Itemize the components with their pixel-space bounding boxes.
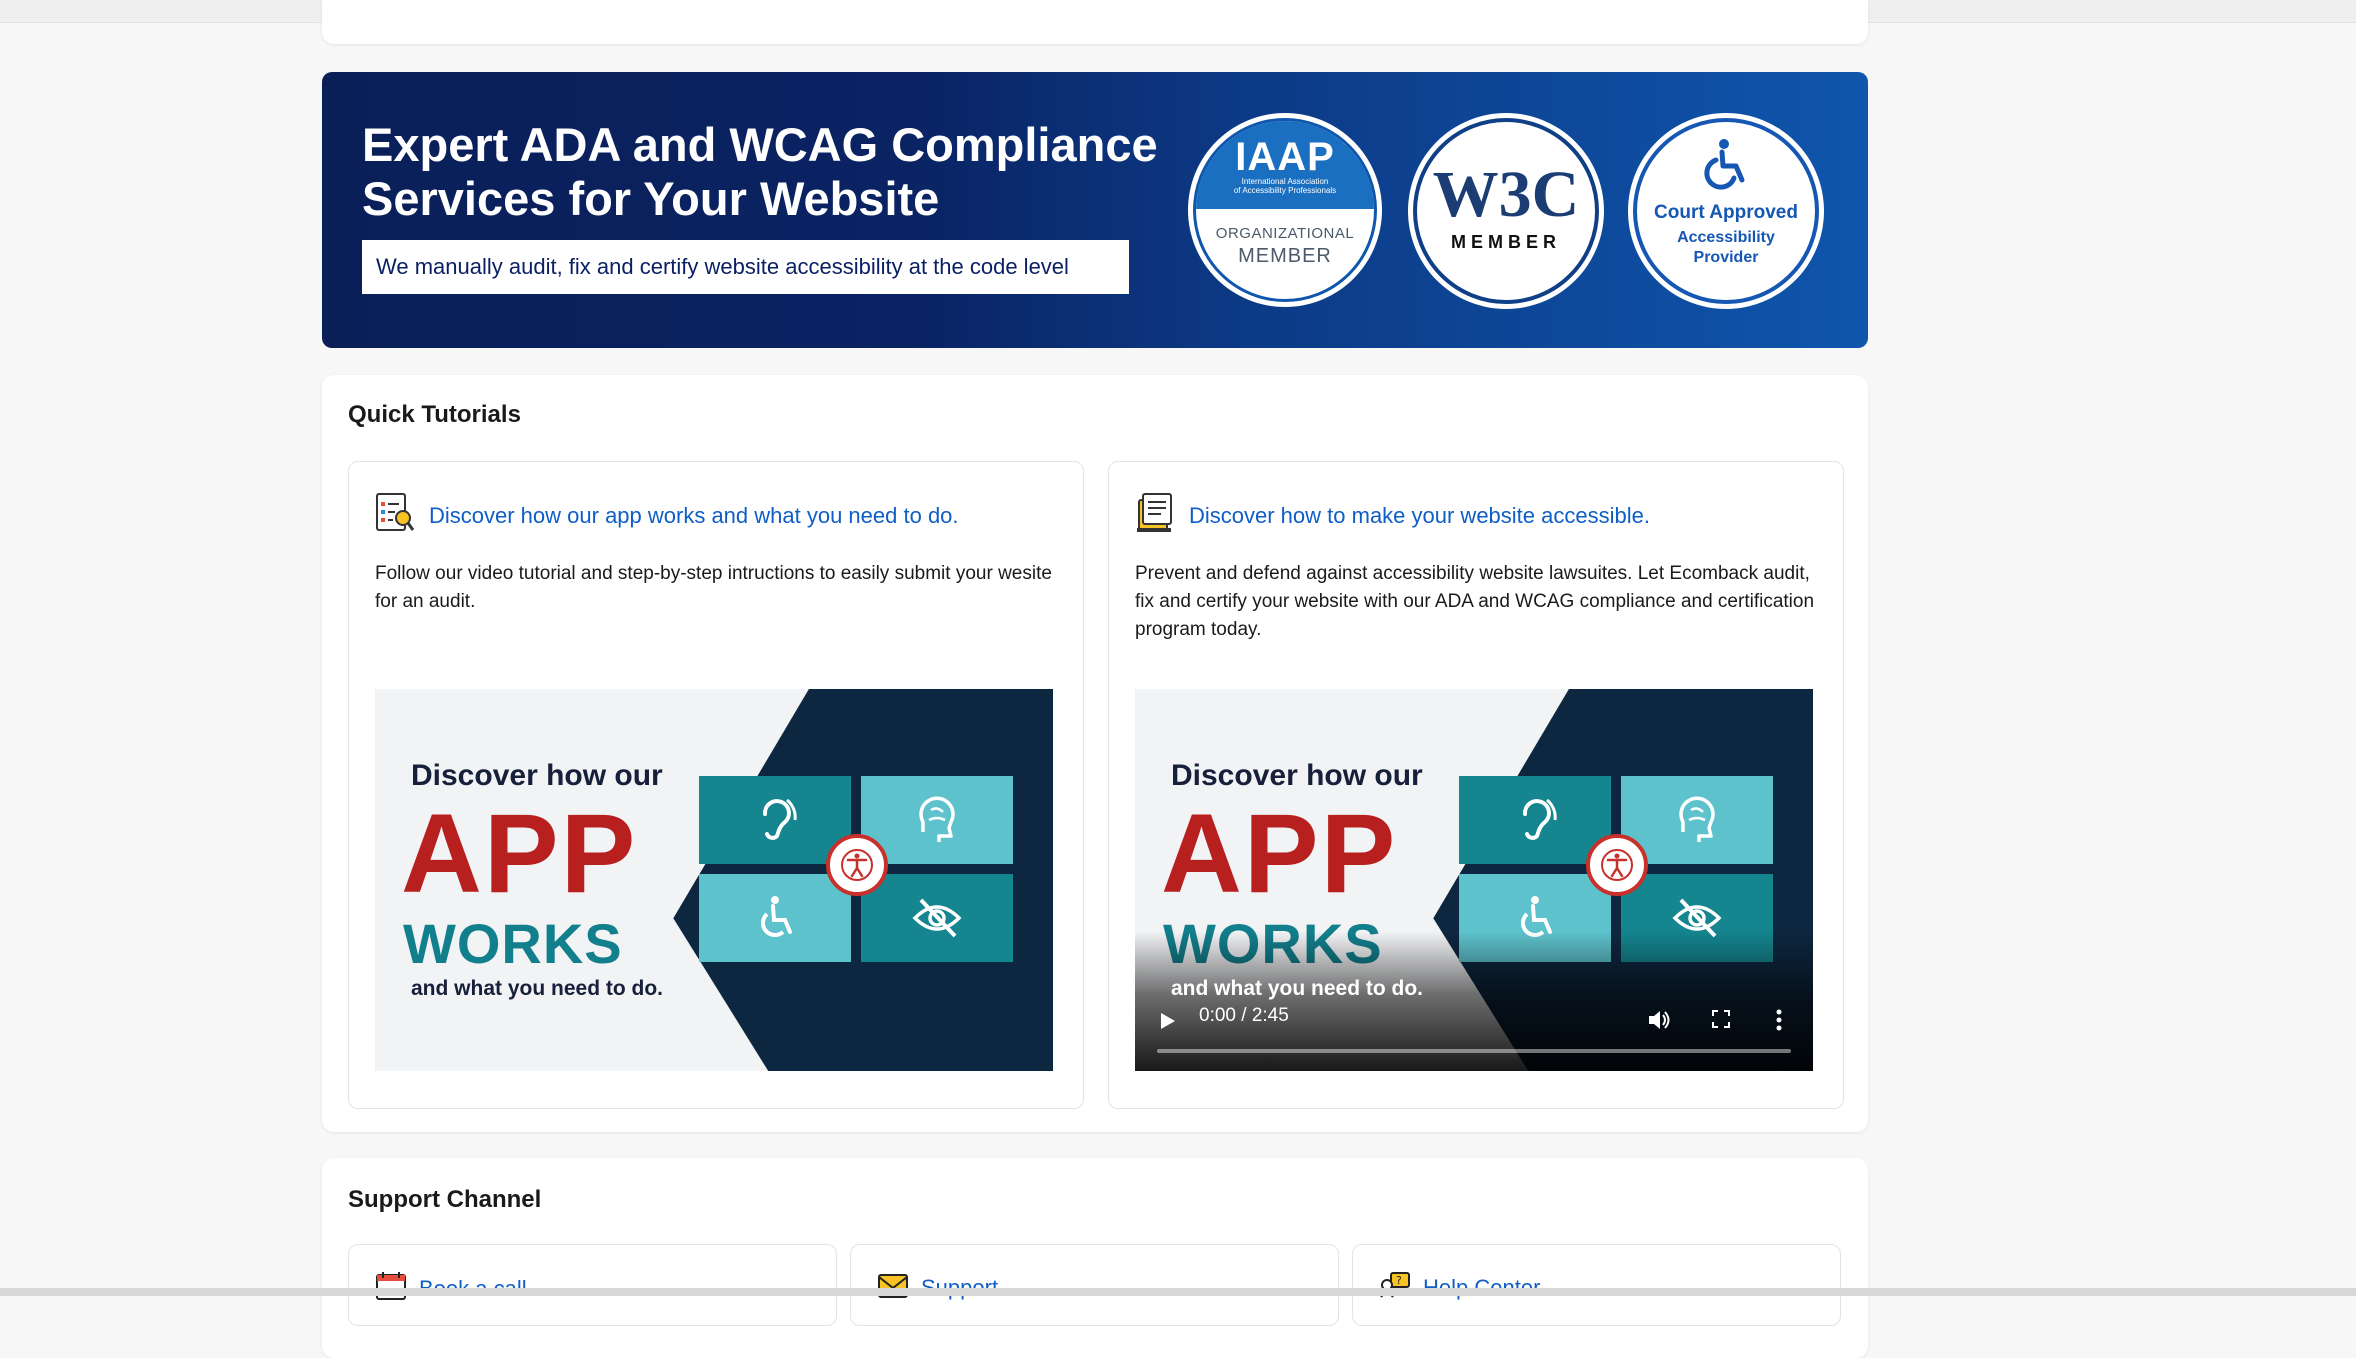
document-stack-icon xyxy=(1135,492,1175,539)
iaap-badge: IAAP International Association of Access… xyxy=(1193,118,1377,302)
court-lines: Accessibility Provider xyxy=(1637,228,1815,268)
tutorial-link-website[interactable]: Discover how to make your website access… xyxy=(1189,503,1650,529)
iaap-fullname-2: of Accessibility Professionals xyxy=(1233,186,1337,195)
w3c-badge: W3C MEMBER xyxy=(1413,118,1599,304)
checklist-search-icon xyxy=(375,492,415,539)
court-line2: Accessibility xyxy=(1677,229,1775,246)
w3c-logo: W3C xyxy=(1432,158,1580,231)
fullscreen-icon[interactable] xyxy=(1711,1009,1731,1034)
svg-text:?: ? xyxy=(1396,1274,1402,1287)
thumb-line2: APP xyxy=(1161,791,1398,916)
previous-card xyxy=(322,0,1868,44)
thumb-line4: and what you need to do. xyxy=(1171,977,1423,1000)
video-controls: and what you need to do. 0:00 / 2:45 xyxy=(1135,931,1813,1071)
banner-subtitle: We manually audit, fix and certify websi… xyxy=(362,240,1129,294)
court-approved-badge: Court Approved Accessibility Provider xyxy=(1633,118,1819,304)
video-time: 0:00 / 2:45 xyxy=(1199,1005,1289,1026)
support-item-support[interactable]: Support xyxy=(850,1244,1339,1326)
more-options-icon[interactable] xyxy=(1775,1009,1783,1036)
wheelchair-tile-icon xyxy=(699,874,851,962)
iaap-logo: IAAP xyxy=(1235,135,1335,179)
tutorial-card-website: Discover how to make your website access… xyxy=(1108,461,1844,1109)
court-line1: Court Approved xyxy=(1654,202,1798,223)
banner-title: Expert ADA and WCAG Compliance Services … xyxy=(362,118,1158,225)
thumb-line1: Discover how our xyxy=(411,759,663,792)
support-item-book-call[interactable]: Book a call xyxy=(348,1244,837,1326)
support-channel-title: Support Channel xyxy=(348,1186,542,1213)
court-line3: Provider xyxy=(1693,249,1759,266)
tutorial-header: Discover how our app works and what you … xyxy=(375,492,959,539)
video-progress-bar[interactable] xyxy=(1157,1049,1791,1053)
tutorial-card-app: Discover how our app works and what you … xyxy=(348,461,1084,1109)
support-item-help-center[interactable]: ? Help Center xyxy=(1352,1244,1841,1326)
thumb-line4: and what you need to do. xyxy=(411,977,663,1000)
thumb-line1: Discover how our xyxy=(1171,759,1423,792)
compliance-banner: Expert ADA and WCAG Compliance Services … xyxy=(322,72,1868,348)
thumb-line3: WORKS xyxy=(403,912,623,975)
play-icon[interactable] xyxy=(1159,1011,1177,1036)
accessibility-person-icon xyxy=(826,834,888,896)
tutorial-video[interactable]: Discover how our APP WORKS and what you … xyxy=(1135,689,1813,1071)
bottom-scroll-edge xyxy=(0,1288,2356,1296)
quick-tutorials-card: Quick Tutorials Discover how our app wor… xyxy=(322,375,1868,1132)
volume-icon[interactable] xyxy=(1647,1009,1671,1036)
thumb-line2: APP xyxy=(401,791,638,916)
w3c-member-label: MEMBER xyxy=(1451,232,1561,252)
quick-tutorials-title: Quick Tutorials xyxy=(348,401,521,428)
iaap-fullname-1: International Association xyxy=(1241,177,1329,186)
tutorial-description: Prevent and defend against accessibility… xyxy=(1135,563,1815,640)
tutorial-description: Follow our video tutorial and step-by-st… xyxy=(375,563,1052,612)
tutorial-thumbnail[interactable]: Discover how our APP WORKS and what you … xyxy=(375,689,1053,1071)
tutorial-header: Discover how to make your website access… xyxy=(1135,492,1650,539)
eye-slash-icon xyxy=(861,874,1013,962)
support-channel-card: Support Channel Book a call Support ? He… xyxy=(322,1158,1868,1358)
iaap-member-label: MEMBER xyxy=(1238,245,1332,267)
tutorial-link-app[interactable]: Discover how our app works and what you … xyxy=(429,503,959,529)
iaap-org-label: ORGANIZATIONAL xyxy=(1215,225,1355,242)
wheelchair-icon xyxy=(1637,136,1815,197)
accessibility-person-icon xyxy=(1586,834,1648,896)
